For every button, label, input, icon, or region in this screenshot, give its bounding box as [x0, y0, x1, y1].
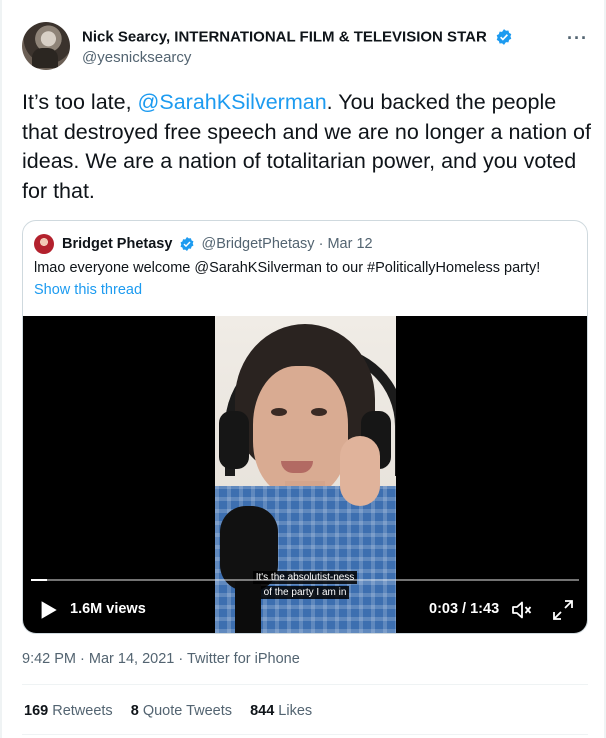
volume-muted-icon[interactable] — [510, 598, 534, 622]
mention-link[interactable]: @SarahKSilverman — [138, 90, 327, 114]
author-handle[interactable]: @yesnicksearcy — [82, 49, 191, 66]
tweet-timestamp[interactable]: 9:42 PM · Mar 14, 2021 · Twitter for iPh… — [22, 651, 300, 667]
quoted-header: Bridget Phetasy @BridgetPhetasy · Mar 12 — [34, 234, 373, 254]
quote-tweets-label[interactable]: Quote Tweets — [143, 703, 232, 719]
video-progress-fill — [31, 579, 48, 581]
video-player[interactable]: It's the absolutist-ness of the party I … — [23, 316, 587, 633]
hand — [340, 436, 380, 506]
tweet-header: Nick Searcy, INTERNATIONAL FILM & TELEVI… — [22, 22, 588, 74]
video-controls: 1.6M views 0:03 / 1:43 — [23, 586, 587, 633]
quoted-verified-badge-icon — [181, 237, 194, 251]
face — [253, 366, 348, 496]
retweets-label[interactable]: Retweets — [52, 703, 112, 719]
right-eye — [311, 408, 327, 416]
author-name[interactable]: Nick Searcy, INTERNATIONAL FILM & TELEVI… — [82, 29, 487, 46]
caption-line-1: It's the absolutist-ness — [23, 571, 587, 584]
more-options-icon[interactable]: ··· — [567, 28, 588, 49]
show-thread-link[interactable]: Show this thread — [34, 282, 142, 298]
engagement-stats: 169 Retweets 8 Quote Tweets 844 Likes — [24, 703, 326, 719]
play-icon[interactable] — [37, 599, 59, 621]
tweet-text-start: It’s too late, — [22, 90, 138, 114]
quote-tweets-count[interactable]: 8 — [131, 703, 139, 719]
video-time: 0:03 / 1:43 — [429, 601, 500, 617]
fullscreen-icon[interactable] — [551, 598, 575, 622]
author-avatar[interactable] — [22, 22, 70, 70]
caption-line-1-text: It's the absolutist-ness — [252, 571, 358, 584]
quoted-tweet[interactable]: Bridget Phetasy @BridgetPhetasy · Mar 12… — [22, 220, 588, 634]
likes-count[interactable]: 844 — [250, 703, 274, 719]
likes-label[interactable]: Likes — [278, 703, 312, 719]
divider — [22, 734, 588, 735]
quoted-author-name: Bridget Phetasy — [62, 236, 173, 252]
left-earcup — [219, 411, 249, 469]
author-name-row[interactable]: Nick Searcy, INTERNATIONAL FILM & TELEVI… — [82, 28, 513, 46]
view-count: 1.6M views — [70, 601, 146, 617]
quoted-author-handle: @BridgetPhetasy — [201, 236, 315, 252]
verified-badge-icon — [496, 29, 512, 45]
video-progress-bar[interactable] — [31, 579, 579, 581]
left-border — [0, 0, 2, 738]
divider — [22, 684, 588, 685]
retweets-count[interactable]: 169 — [24, 703, 48, 719]
quoted-avatar — [34, 234, 54, 254]
left-eye — [271, 408, 287, 416]
quoted-text: lmao everyone welcome @SarahKSilverman t… — [34, 260, 541, 276]
tweet-text: It’s too late, @SarahKSilverman. You bac… — [22, 88, 592, 206]
quoted-date: · Mar 12 — [318, 236, 373, 252]
